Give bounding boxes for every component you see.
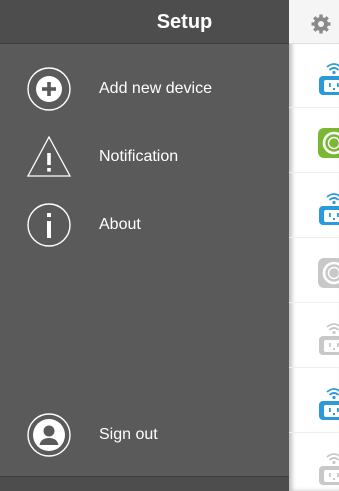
device-list-panel[interactable] <box>289 0 339 491</box>
about-button[interactable]: About <box>0 193 289 257</box>
user-icon <box>26 412 72 458</box>
add-new-device-button[interactable]: Add new device <box>0 57 289 121</box>
warning-icon <box>26 134 72 180</box>
notification-button[interactable]: Notification <box>0 125 289 189</box>
smart-plug-icon <box>317 190 339 226</box>
device-row[interactable] <box>289 373 339 433</box>
menu-footer <box>0 476 289 491</box>
gear-icon[interactable] <box>311 14 331 34</box>
device-list-header <box>289 0 339 44</box>
device-row[interactable] <box>289 308 339 368</box>
sensor-icon <box>317 125 339 161</box>
device-row[interactable] <box>289 438 339 491</box>
smart-plug-icon <box>317 450 339 486</box>
device-row[interactable] <box>289 48 339 108</box>
notification-label: Notification <box>99 148 179 165</box>
smart-plug-icon <box>317 320 339 356</box>
info-icon <box>26 202 72 248</box>
smart-plug-icon <box>317 385 339 421</box>
plus-icon <box>26 66 72 112</box>
smart-plug-icon <box>317 60 339 96</box>
about-label: About <box>99 216 141 233</box>
add-new-device-label: Add new device <box>99 80 212 97</box>
device-row[interactable] <box>289 178 339 238</box>
sign-out-label: Sign out <box>99 426 158 443</box>
side-menu: Setup Add new device Notification About … <box>0 0 289 491</box>
menu-header: Setup <box>0 0 289 44</box>
menu-title: Setup <box>156 11 213 33</box>
device-row[interactable] <box>289 243 339 303</box>
sensor-icon <box>317 255 339 291</box>
sign-out-button[interactable]: Sign out <box>0 403 289 467</box>
device-row[interactable] <box>289 113 339 173</box>
